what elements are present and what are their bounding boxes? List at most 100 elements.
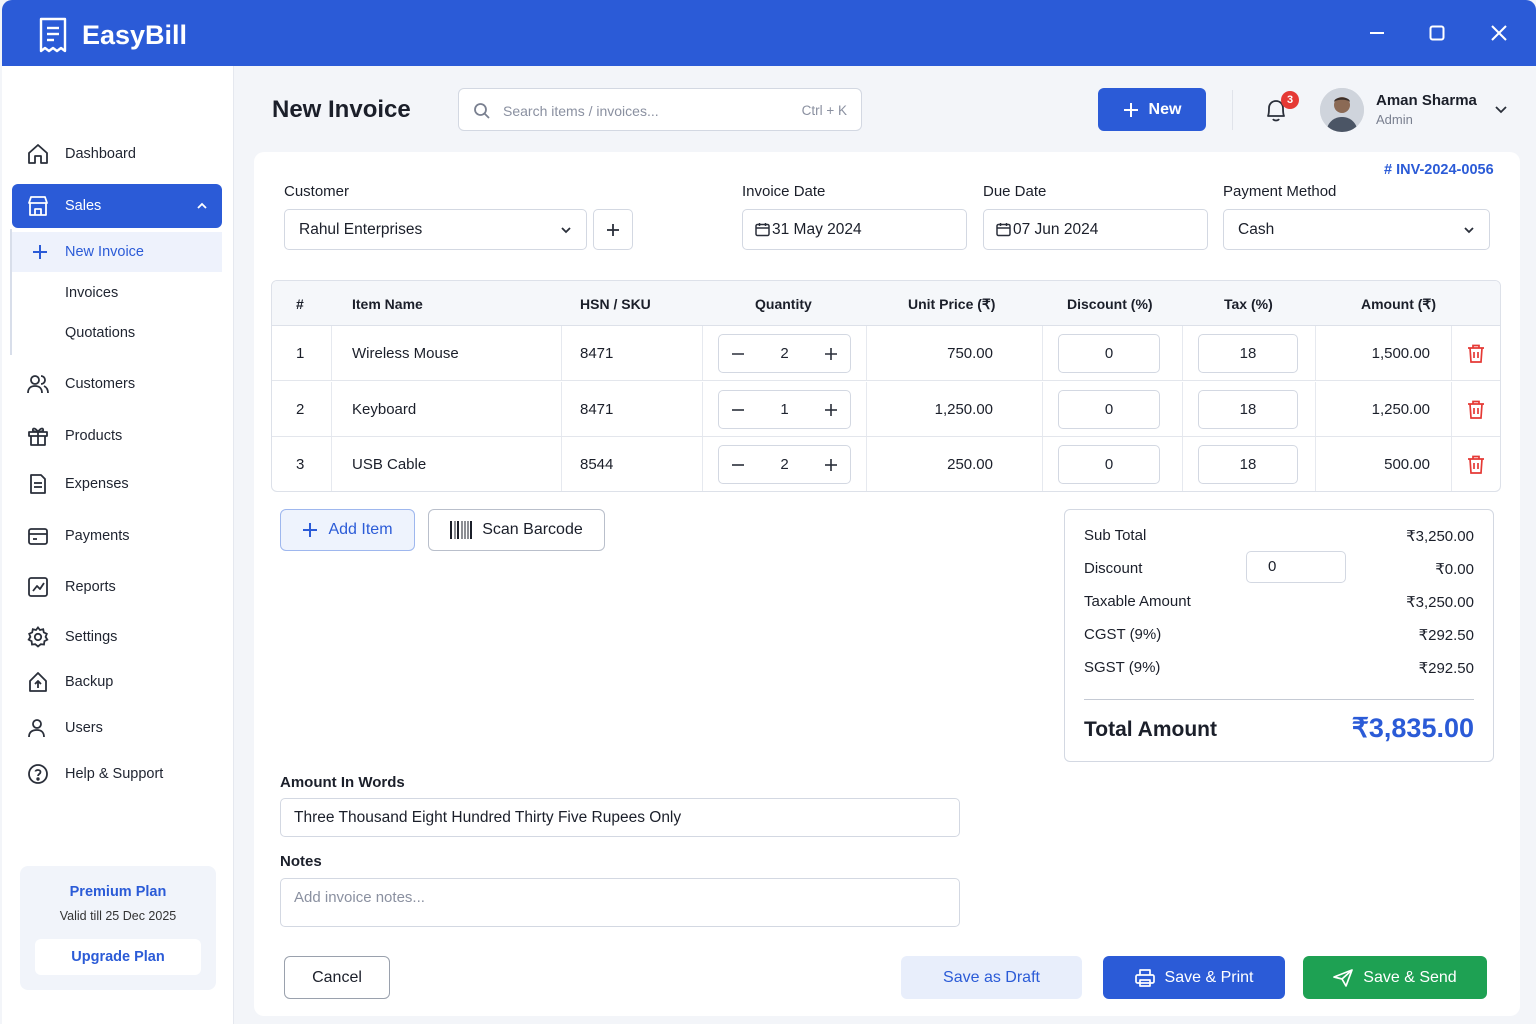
plus-icon[interactable] xyxy=(823,346,839,362)
taxable-row: Taxable Amount ₹3,250.00 xyxy=(1084,593,1474,611)
sidebar-item-reports[interactable]: Reports xyxy=(12,565,222,609)
row-number: 3 xyxy=(296,456,305,473)
sidebar-subitem-new-invoice[interactable]: New Invoice xyxy=(12,232,222,272)
sgst-value: ₹292.50 xyxy=(1418,660,1474,677)
user-role: Admin xyxy=(1376,112,1413,127)
upgrade-plan-button[interactable]: Upgrade Plan xyxy=(35,939,201,975)
sidebar-item-backup[interactable]: Backup xyxy=(12,660,222,704)
save-and-send-button[interactable]: Save & Send xyxy=(1303,956,1487,999)
trash-icon[interactable] xyxy=(1467,455,1485,474)
plus-icon xyxy=(607,223,619,236)
add-customer-button[interactable] xyxy=(593,209,633,250)
total-label: Total Amount xyxy=(1084,718,1217,741)
invoice-number: # INV-2024-0056 xyxy=(1384,162,1494,178)
sidebar-subitem-quotations[interactable]: Quotations xyxy=(12,313,222,353)
notes-textarea[interactable]: Add invoice notes... xyxy=(280,878,960,927)
plus-icon[interactable] xyxy=(823,402,839,418)
home-icon xyxy=(28,144,48,164)
add-item-button[interactable]: Add Item xyxy=(280,509,415,551)
summary-divider xyxy=(1084,699,1474,700)
discount-input[interactable]: 0 xyxy=(1058,334,1160,373)
sidebar-item-dashboard[interactable]: Dashboard xyxy=(12,132,222,176)
col-header-unit-price: Unit Price (₹) xyxy=(908,296,996,312)
chevron-down-icon xyxy=(1464,227,1474,234)
discount-input[interactable]: 0 xyxy=(1246,551,1346,583)
unit-price: 250.00 xyxy=(947,456,993,473)
discount-input[interactable]: 0 xyxy=(1058,390,1160,429)
sidebar-item-payments[interactable]: Payments xyxy=(12,514,222,558)
search-shortcut: Ctrl + K xyxy=(801,103,847,118)
col-header-number: # xyxy=(296,296,304,312)
box-icon xyxy=(28,427,48,446)
sidebar-item-expenses[interactable]: Expenses xyxy=(12,462,222,506)
trash-icon[interactable] xyxy=(1467,344,1485,363)
row-number: 1 xyxy=(296,345,305,362)
help-icon xyxy=(28,764,48,784)
chevron-down-icon xyxy=(561,227,571,234)
col-header-discount: Discount (%) xyxy=(1067,296,1153,312)
tax-input[interactable]: 18 xyxy=(1198,445,1298,484)
receipt-icon xyxy=(30,474,46,494)
customer-label: Customer xyxy=(284,183,350,200)
calendar-icon xyxy=(755,223,770,237)
plan-validity: Valid till 25 Dec 2025 xyxy=(59,909,177,923)
notes-label: Notes xyxy=(280,853,322,870)
save-as-draft-button[interactable]: Save as Draft xyxy=(901,956,1082,999)
discount-input[interactable]: 0 xyxy=(1058,445,1160,484)
item-hsn: 8544 xyxy=(580,456,614,473)
sgst-row: SGST (9%) ₹292.50 xyxy=(1084,659,1474,677)
sidebar-item-customers[interactable]: Customers xyxy=(12,362,222,406)
row-number: 2 xyxy=(296,401,305,418)
summary-panel: Sub Total ₹3,250.00 Discount 0 ₹0.00 Tax… xyxy=(1064,509,1494,762)
plan-name: Premium Plan xyxy=(69,884,167,900)
title-bar: EasyBill xyxy=(2,0,1536,66)
save-and-print-button[interactable]: Save & Print xyxy=(1103,956,1285,999)
sidebar-subitem-invoices[interactable]: Invoices xyxy=(12,273,222,313)
total-value: ₹3,835.00 xyxy=(1351,713,1474,743)
item-amount: 1,500.00 xyxy=(1371,345,1430,362)
item-name: Wireless Mouse xyxy=(352,345,459,362)
sidebar-item-sales[interactable]: Sales xyxy=(12,184,222,228)
invoice-date-label: Invoice Date xyxy=(742,183,826,200)
plus-icon[interactable] xyxy=(823,457,839,473)
due-date-field[interactable]: 07 Jun 2024 xyxy=(983,209,1208,250)
sidebar-item-settings[interactable]: Settings xyxy=(12,615,222,659)
header-divider xyxy=(1232,90,1233,130)
receipt-logo-icon xyxy=(39,17,67,53)
payment-method-select[interactable]: Cash xyxy=(1223,209,1490,250)
search-input[interactable]: Search items / invoices... Ctrl + K xyxy=(458,88,862,131)
barcode-icon xyxy=(450,521,473,539)
tax-input[interactable]: 18 xyxy=(1198,334,1298,373)
col-header-item-name: Item Name xyxy=(352,296,423,312)
maximize-button[interactable] xyxy=(1424,20,1450,46)
new-button[interactable]: New xyxy=(1098,88,1206,131)
close-button[interactable] xyxy=(1486,20,1512,46)
user-name: Aman Sharma xyxy=(1376,92,1477,109)
scan-barcode-button[interactable]: Scan Barcode xyxy=(428,509,605,551)
amount-in-words-label: Amount In Words xyxy=(280,774,405,791)
quantity-stepper: 2 xyxy=(718,334,851,373)
item-hsn: 8471 xyxy=(580,401,614,418)
subtotal-row: Sub Total ₹3,250.00 xyxy=(1084,527,1474,545)
cgst-value: ₹292.50 xyxy=(1418,627,1474,644)
minimize-button[interactable] xyxy=(1364,20,1390,46)
app-title: EasyBill xyxy=(82,20,188,50)
page-title: New Invoice xyxy=(272,96,411,123)
trash-icon[interactable] xyxy=(1467,400,1485,419)
customer-select[interactable]: Rahul Enterprises xyxy=(284,209,587,250)
cloud-upload-icon xyxy=(29,672,47,692)
col-header-quantity: Quantity xyxy=(755,296,812,312)
item-name: USB Cable xyxy=(352,456,427,473)
tax-input[interactable]: 18 xyxy=(1198,390,1298,429)
cancel-button[interactable]: Cancel xyxy=(284,956,390,999)
avatar[interactable] xyxy=(1320,88,1364,132)
chevron-down-icon[interactable] xyxy=(1494,104,1508,116)
wallet-icon xyxy=(28,528,48,545)
col-header-amount: Amount (₹) xyxy=(1361,296,1436,312)
quantity-stepper: 2 xyxy=(718,445,851,484)
sidebar-item-users[interactable]: Users xyxy=(12,706,222,750)
sidebar-item-products[interactable]: Products xyxy=(12,414,222,458)
invoice-date-field[interactable]: 31 May 2024 xyxy=(742,209,967,250)
cgst-row: CGST (9%) ₹292.50 xyxy=(1084,626,1474,644)
sidebar-item-help-support[interactable]: Help & Support xyxy=(12,752,222,796)
